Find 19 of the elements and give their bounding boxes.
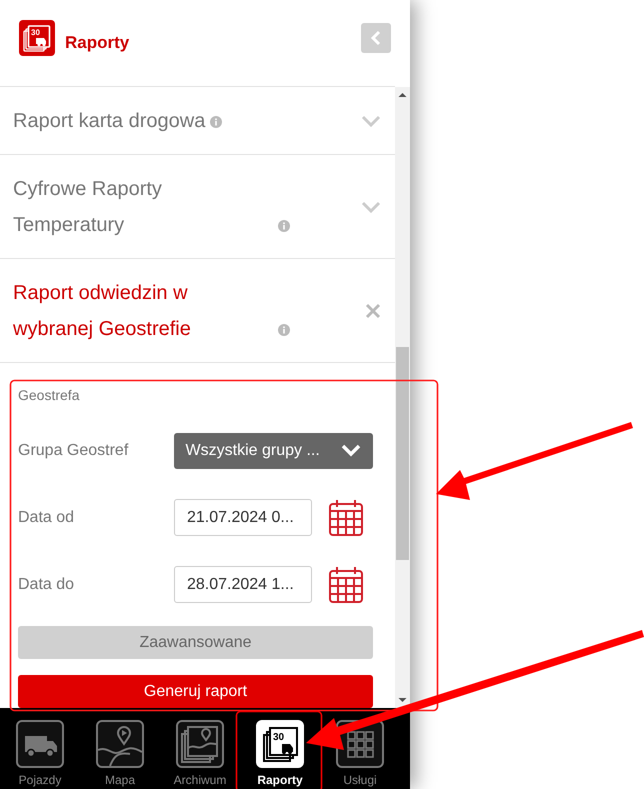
nav-tab[interactable]: Archiwum <box>160 720 240 789</box>
report-title[interactable]: Cyfrowe Raporty Temperatury <box>13 171 273 243</box>
nav-tab[interactable]: Pojazdy <box>0 720 80 789</box>
advanced-button[interactable]: Zaawansowane <box>18 626 373 659</box>
page-title: Raporty <box>65 33 130 53</box>
field-label: Data do <box>18 576 76 594</box>
field-label: Grupa Geostref <box>18 442 130 460</box>
report-title[interactable]: Raport karta drogowa <box>13 103 206 139</box>
group-select[interactable]: Wszystkie grupy ... <box>174 432 373 468</box>
report-icon: 30 <box>256 720 304 768</box>
field-label: Data od <box>18 508 76 526</box>
section-label: Geostrefa <box>18 387 80 405</box>
date-field[interactable]: 28.07.2024 1... <box>174 566 312 603</box>
nav-tab[interactable]: 30 Raporty <box>240 720 320 789</box>
date-field[interactable]: 21.07.2024 0... <box>174 499 312 536</box>
generate-report-button[interactable]: Generuj raport <box>18 675 373 708</box>
report-icon: 30 <box>19 20 55 56</box>
report-title[interactable]: Raport odwiedzin w wybranej Geostrefie <box>13 275 273 347</box>
nav-tab[interactable]: Mapa <box>80 720 160 789</box>
